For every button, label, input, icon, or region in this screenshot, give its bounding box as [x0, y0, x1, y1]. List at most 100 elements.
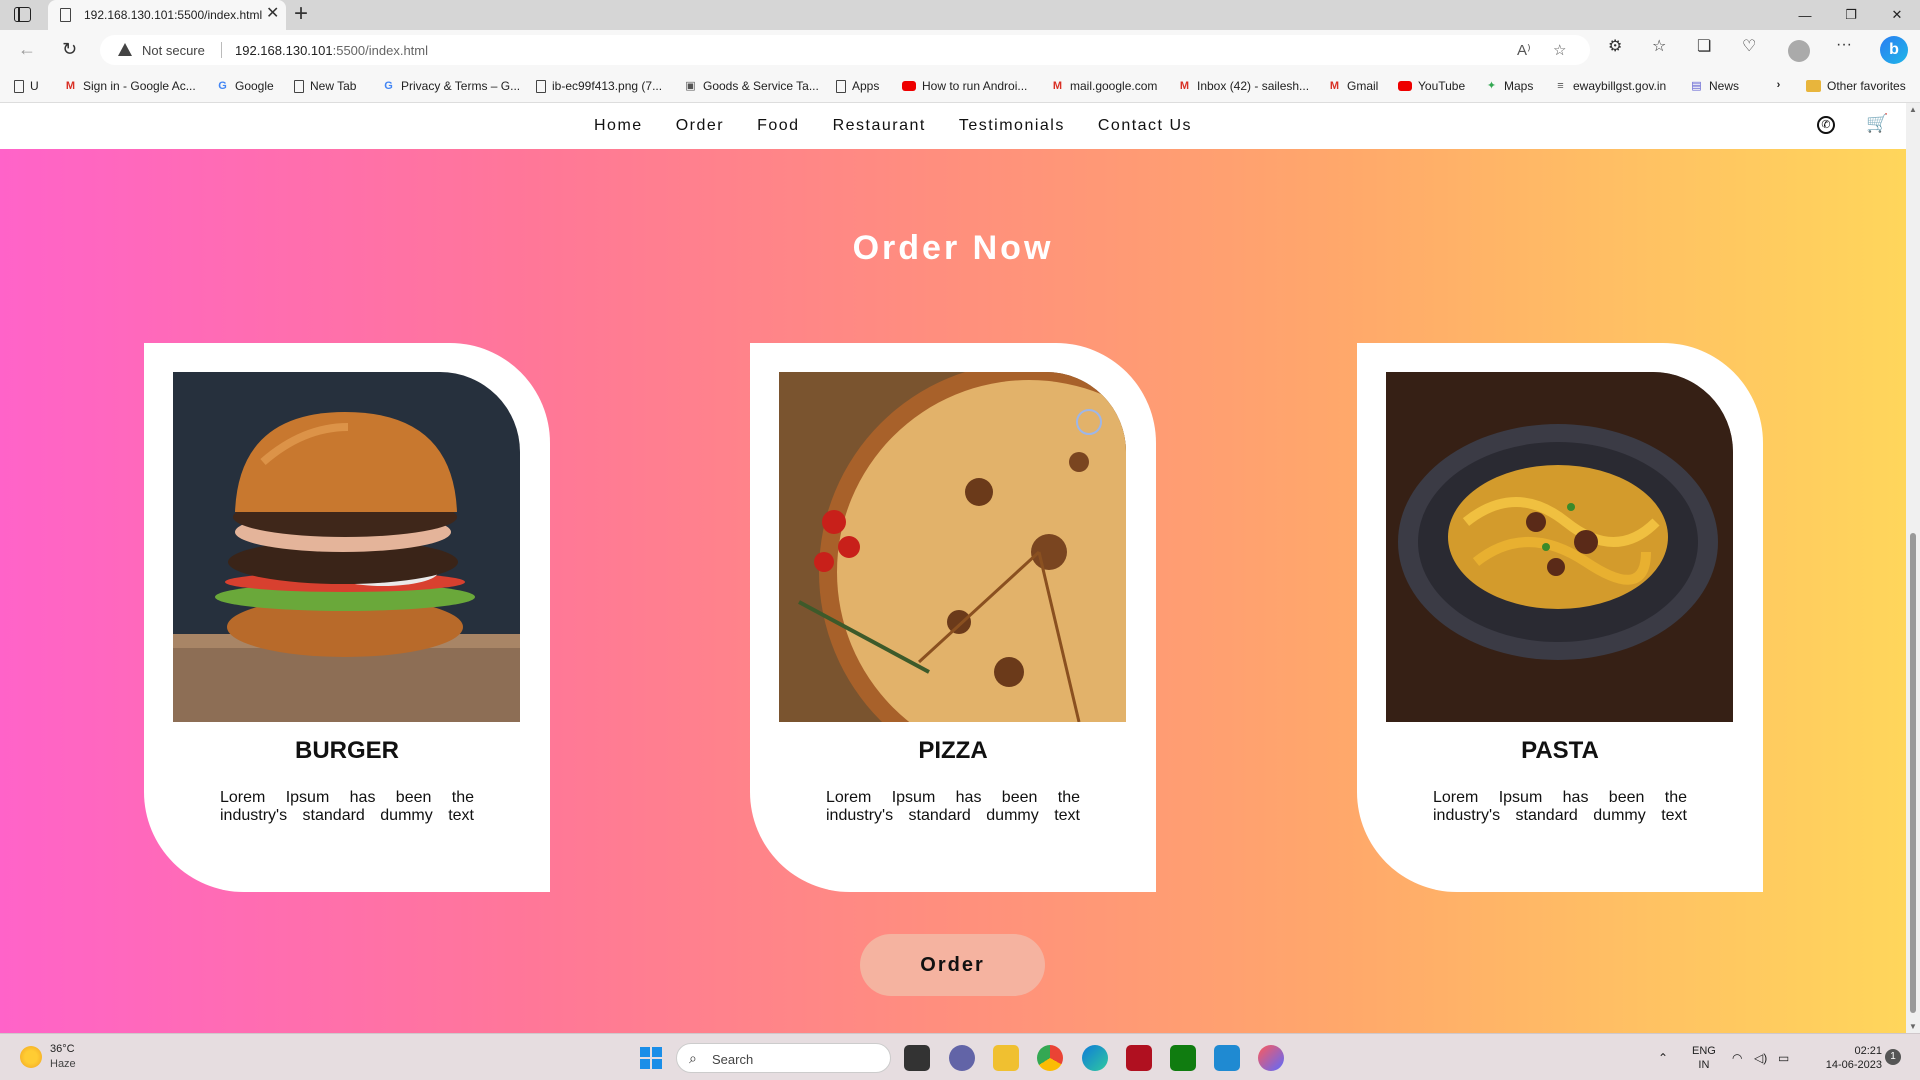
url-text[interactable]: 192.168.130.101:5500/index.html [235, 43, 428, 58]
bing-icon[interactable]: b [1880, 36, 1908, 64]
profile-avatar[interactable] [1788, 40, 1810, 62]
active-tab[interactable]: 192.168.130.101:5500/index.html ✕ [48, 0, 286, 30]
bookmark-item[interactable]: ▤ News [1690, 79, 1739, 93]
nav-restaurant[interactable]: Restaurant [833, 117, 926, 135]
xbox-icon[interactable] [1170, 1045, 1196, 1071]
more-menu-icon[interactable]: ··· [1836, 36, 1852, 54]
maps-icon: ✦ [1486, 79, 1497, 92]
system-clock[interactable]: 02:21 14-06-2023 [1812, 1044, 1882, 1072]
window-controls: — ❐ ✕ [1782, 0, 1920, 30]
bookmark-item[interactable]: How to run Androi... [902, 79, 1027, 93]
app-icon[interactable] [1126, 1045, 1152, 1071]
wifi-icon[interactable]: ◠ [1732, 1051, 1742, 1065]
volume-icon[interactable]: ◁) [1754, 1051, 1767, 1065]
gmail-icon: M [1179, 79, 1190, 92]
chrome-icon[interactable] [1037, 1045, 1063, 1071]
close-tab-icon[interactable]: ✕ [266, 5, 279, 23]
tab-actions-icon[interactable] [14, 7, 31, 22]
bookmarks-overflow-icon[interactable]: › [1772, 79, 1785, 92]
folder-icon [1806, 80, 1821, 92]
gmail-icon: M [65, 79, 76, 92]
news-icon: ▤ [1691, 79, 1702, 92]
bookmark-item[interactable]: Apps [836, 79, 879, 93]
card-title: PIZZA [918, 737, 988, 764]
security-label[interactable]: Not secure [142, 43, 205, 58]
favorite-star-icon[interactable]: ☆ [1553, 41, 1566, 59]
back-icon[interactable]: ← [18, 38, 36, 60]
refresh-icon[interactable]: ↻ [62, 38, 77, 60]
task-view-icon[interactable] [904, 1045, 930, 1071]
windows-start-icon[interactable] [640, 1047, 662, 1069]
read-aloud-icon[interactable]: A⁾ [1517, 41, 1531, 59]
address-bar-row: ← ↻ Not secure 192.168.130.101:5500/inde… [0, 30, 1920, 70]
warning-icon [118, 43, 132, 56]
collections-icon[interactable]: ❏ [1697, 36, 1711, 56]
bookmarks-bar: U M Sign in - Google Ac... G Google New Ta… [0, 70, 1920, 103]
page-icon [536, 79, 546, 93]
bookmark-item[interactable]: ≡ ewaybillgst.gov.in [1554, 79, 1666, 93]
pizza-image [779, 372, 1126, 722]
windows-taskbar: 36°C Haze ⌕ Search ⌃ ENG IN ◠ ◁) ▭ 02:21 1… [0, 1033, 1920, 1080]
new-tab-icon[interactable]: + [294, 1, 308, 27]
page-icon [14, 79, 24, 93]
bookmark-item[interactable]: ▣ Goods & Service Ta... [684, 79, 819, 93]
bookmark-item[interactable]: New Tab [294, 79, 356, 93]
order-section: Order Now BURGER Lorem Ipsum has been th… [0, 149, 1906, 1033]
file-explorer-icon[interactable] [993, 1045, 1019, 1071]
page-icon [294, 79, 304, 93]
phone-icon[interactable]: ✆ [1817, 116, 1835, 134]
taskbar-search[interactable]: ⌕ Search [676, 1043, 891, 1073]
favorites-icon[interactable]: ☆ [1652, 36, 1666, 56]
weather-temperature[interactable]: 36°C [50, 1043, 75, 1055]
teams-icon[interactable] [949, 1045, 975, 1071]
extensions-icon[interactable]: ⚙ [1608, 36, 1622, 56]
scroll-down-icon[interactable]: ▼ [1909, 1022, 1917, 1031]
edge-icon[interactable] [1082, 1045, 1108, 1071]
cart-icon[interactable]: 🛒 [1866, 113, 1888, 134]
bookmark-item[interactable]: U [14, 79, 39, 93]
card-title: BURGER [294, 737, 399, 764]
gst-icon: ▣ [685, 79, 696, 92]
other-favorites[interactable]: Other favorites [1806, 79, 1906, 93]
nav-food[interactable]: Food [757, 117, 799, 135]
nav-contact-us[interactable]: Contact Us [1098, 117, 1192, 135]
bookmark-item[interactable]: Mmail.google.com [1051, 79, 1157, 93]
bookmark-item[interactable]: M Gmail [1328, 79, 1378, 93]
bookmark-item[interactable]: YouTube [1398, 79, 1465, 93]
app-icon[interactable] [1258, 1045, 1284, 1071]
address-bar[interactable]: Not secure 192.168.130.101:5500/index.ht… [100, 35, 1590, 65]
minimize-icon[interactable]: — [1782, 0, 1828, 30]
weather-description[interactable]: Haze [50, 1058, 76, 1070]
food-card-pasta: PASTA Lorem Ipsum has been the industry'… [1357, 343, 1763, 892]
scroll-up-icon[interactable]: ▲ [1909, 105, 1917, 114]
bookmark-item[interactable]: M Sign in - Google Ac... [64, 79, 196, 93]
restore-icon[interactable]: ❐ [1828, 0, 1874, 30]
order-button[interactable]: Order [860, 934, 1045, 996]
bookmark-item[interactable]: ib-ec99f413.png (7... [536, 79, 662, 93]
nav-home[interactable]: Home [594, 117, 643, 135]
scroll-thumb[interactable] [1910, 533, 1916, 1013]
page-icon [836, 79, 846, 93]
battery-icon[interactable]: ▭ [1778, 1051, 1789, 1065]
nav-testimonials[interactable]: Testimonials [959, 117, 1065, 135]
food-card-burger: BURGER Lorem Ipsum has been the industry… [144, 343, 550, 892]
bookmark-item[interactable]: G Google [216, 79, 273, 93]
nav-links: Home Order Food Restaurant Testimonials … [594, 117, 1225, 135]
section-title: Order Now [852, 229, 1054, 267]
show-hidden-icons[interactable]: ⌃ [1658, 1051, 1668, 1065]
language-indicator[interactable]: ENG IN [1692, 1044, 1716, 1072]
bookmark-item[interactable]: ✦ Maps [1485, 79, 1533, 93]
page-scrollbar[interactable]: ▲ ▼ [1906, 103, 1920, 1033]
vscode-icon[interactable] [1214, 1045, 1240, 1071]
bookmark-item[interactable]: G Privacy & Terms – G... [382, 79, 520, 93]
close-window-icon[interactable]: ✕ [1874, 0, 1920, 30]
notification-badge[interactable]: 1 [1885, 1049, 1901, 1065]
bookmark-item[interactable]: M Inbox (42) - sailesh... [1178, 79, 1309, 93]
weather-sun-icon[interactable] [20, 1046, 42, 1068]
performance-icon[interactable]: ♡ [1742, 36, 1756, 56]
web-page: Home Order Food Restaurant Testimonials … [0, 103, 1906, 1033]
google-icon: G [384, 79, 393, 92]
nav-order[interactable]: Order [676, 117, 724, 135]
pasta-image [1386, 372, 1733, 722]
gmail-icon: M [1052, 79, 1063, 92]
